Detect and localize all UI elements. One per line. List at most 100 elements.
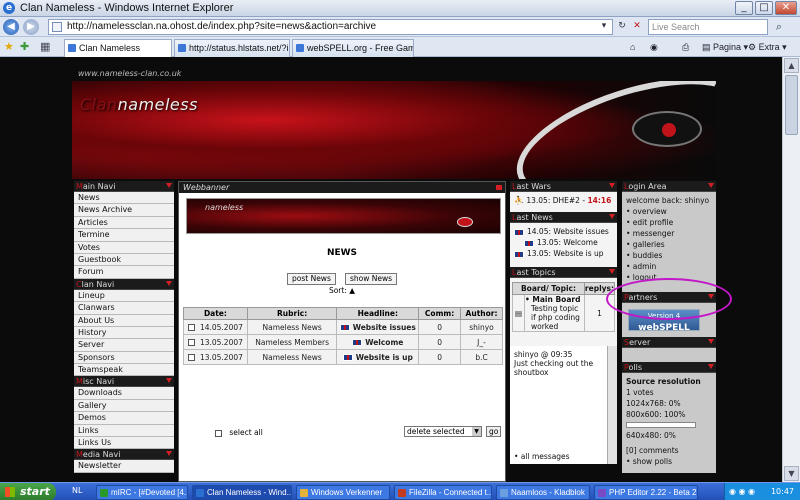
nav-item-termine[interactable]: Termine <box>74 229 174 242</box>
nav-item-teamspeak[interactable]: Teamspeak <box>74 364 174 377</box>
nav-item-demos[interactable]: Demos <box>74 412 174 425</box>
nav-item-sponsors[interactable]: Sponsors <box>74 351 174 365</box>
collapse-arrow-icon[interactable] <box>166 378 172 384</box>
post-news-button[interactable]: post News <box>287 273 336 285</box>
language-indicator[interactable]: NL <box>72 486 82 495</box>
sort-arrow-icon[interactable]: ▲ <box>349 286 355 295</box>
maximize-button[interactable]: □ <box>755 1 773 15</box>
taskbar-item-explorer[interactable]: Windows Verkenner <box>296 485 390 500</box>
select-all-checkbox[interactable] <box>215 429 222 437</box>
collapse-arrow-icon[interactable] <box>166 280 172 286</box>
forward-button[interactable]: ▶ <box>23 19 39 35</box>
nav-item-newsletter[interactable]: Newsletter <box>74 460 174 473</box>
nav-item-articles[interactable]: Articles <box>74 216 174 230</box>
close-button[interactable]: ✕ <box>775 1 797 15</box>
scroll-up-arrow[interactable]: ▲ <box>784 58 799 73</box>
admin-link[interactable]: • admin <box>626 261 712 272</box>
author-cell[interactable]: J_- <box>460 334 503 350</box>
headline-link[interactable]: Welcome <box>365 338 403 347</box>
scroll-thumb[interactable] <box>785 75 798 135</box>
shoutbox-scrollbar[interactable] <box>607 346 617 464</box>
topic-board[interactable]: • Main Board <box>525 295 584 304</box>
nav-item-news-archive[interactable]: News Archive <box>74 204 174 217</box>
taskbar-item-filezilla[interactable]: FileZilla - Connected t... <box>394 485 492 500</box>
tools-menu[interactable]: ⚙ Extra ▾ <box>748 40 787 54</box>
tray-icons[interactable]: ◉ ◉ ◉ <box>729 483 755 500</box>
show-polls-link[interactable]: • show polls <box>626 456 712 467</box>
chevron-down-icon[interactable]: ▼ <box>472 427 481 436</box>
feeds-icon[interactable]: ◉ <box>650 40 658 54</box>
taskbar-item-ie[interactable]: Clan Nameless - Wind... <box>192 485 292 500</box>
stop-icon[interactable]: ✕ <box>631 20 643 33</box>
webbanner-image[interactable]: nameless <box>186 198 501 234</box>
collapse-arrow-icon[interactable] <box>708 364 714 369</box>
messenger-link[interactable]: • messenger <box>626 228 712 239</box>
refresh-icon[interactable]: ↻ <box>616 20 628 33</box>
headline-link[interactable]: Website is up <box>356 353 413 362</box>
close-box-icon[interactable] <box>496 185 502 190</box>
row-checkbox[interactable] <box>187 339 195 346</box>
favorites-star-icon[interactable]: ★ <box>4 40 14 54</box>
col-date[interactable]: Date: <box>183 307 248 320</box>
col-rubric[interactable]: Rubric: <box>246 307 338 320</box>
action-select[interactable]: delete selected ▼ <box>404 426 482 437</box>
collapse-arrow-icon[interactable] <box>609 269 615 274</box>
nav-item-downloads[interactable]: Downloads <box>74 387 174 400</box>
select-all-control[interactable]: select all <box>215 428 263 437</box>
taskbar-item-mirc[interactable]: mIRC - [#Devoted [4... <box>96 485 188 500</box>
nav-item-forum[interactable]: Forum <box>74 266 174 279</box>
topic-cell[interactable]: • Main Board Testing topic if php coding… <box>524 294 585 332</box>
col-comm[interactable]: Comm: <box>418 307 462 320</box>
news-link[interactable]: 14.05: Website issues <box>514 226 613 237</box>
collapse-arrow-icon[interactable] <box>609 183 615 188</box>
all-messages-link[interactable]: • all messages <box>514 452 570 461</box>
comm-cell[interactable]: 0 <box>418 349 462 365</box>
page-menu[interactable]: ▤ Pagina ▾ <box>702 40 748 54</box>
comm-cell[interactable]: 0 <box>418 334 462 350</box>
tab-hlstats[interactable]: http://status.hlstats.net/?ip... <box>174 39 290 57</box>
nav-item-gallery[interactable]: Gallery <box>74 399 174 413</box>
topic-title[interactable]: Testing topic if php coding worked <box>525 304 584 331</box>
author-cell[interactable]: b.C <box>460 349 503 365</box>
home-icon[interactable]: ⌂ <box>630 40 635 54</box>
headline-link[interactable]: Website issues <box>353 323 416 332</box>
news-link[interactable]: 13.05: Website is up <box>514 248 613 259</box>
show-news-button[interactable]: show News <box>344 273 397 285</box>
minimize-button[interactable]: _ <box>735 1 753 15</box>
nav-item-server[interactable]: Server <box>74 339 174 352</box>
taskbar-item-notepad[interactable]: Naamloos - Kladblok <box>496 485 590 500</box>
nav-item-links[interactable]: Links <box>74 424 174 438</box>
search-input[interactable]: Live Search <box>648 19 768 35</box>
start-button[interactable]: start <box>0 483 56 500</box>
print-icon[interactable]: ⎙ <box>682 40 689 54</box>
nav-item-links-us[interactable]: Links Us <box>74 437 174 450</box>
add-favorite-icon[interactable]: ✚ <box>20 40 29 54</box>
page-scrollbar[interactable]: ▲ ▼ <box>782 57 800 482</box>
galleries-link[interactable]: • galleries <box>626 239 712 250</box>
comm-cell[interactable]: 0 <box>418 319 462 335</box>
sort-control[interactable]: Sort: ▲ <box>179 286 505 295</box>
overview-link[interactable]: • overview <box>626 206 712 217</box>
war-entry[interactable]: ⛹ 13.05: DHE#2 - 14:16 <box>514 195 613 206</box>
clock[interactable]: 10:47 <box>771 487 794 496</box>
nav-item-news[interactable]: News <box>74 192 174 205</box>
news-link[interactable]: 13.05: Welcome <box>514 237 613 248</box>
buddies-link[interactable]: • buddies <box>626 250 712 261</box>
nav-item-votes[interactable]: Votes <box>74 241 174 254</box>
quick-tabs-icon[interactable]: ▦ <box>40 40 50 54</box>
scroll-down-arrow[interactable]: ▼ <box>784 466 799 481</box>
go-button[interactable]: go <box>486 426 502 437</box>
nav-item-lineup[interactable]: Lineup <box>74 289 174 303</box>
nav-item-guestbook[interactable]: Guestbook <box>74 253 174 267</box>
poll-comments-link[interactable]: [0] comments <box>626 445 712 456</box>
collapse-arrow-icon[interactable] <box>708 339 714 344</box>
back-button[interactable]: ◀ <box>3 19 19 35</box>
edit-profile-link[interactable]: • edit profile <box>626 217 712 228</box>
tab-webspell[interactable]: webSPELL.org - Free Gaming... <box>292 39 414 57</box>
row-checkbox[interactable] <box>187 324 195 331</box>
collapse-arrow-icon[interactable] <box>166 183 172 188</box>
server-header[interactable]: Server <box>622 337 716 348</box>
taskbar-item-php-editor[interactable]: PHP Editor 2.22 - Beta 2 <box>594 485 698 500</box>
row-checkbox[interactable] <box>187 354 195 361</box>
col-author[interactable]: Author: <box>460 307 503 320</box>
